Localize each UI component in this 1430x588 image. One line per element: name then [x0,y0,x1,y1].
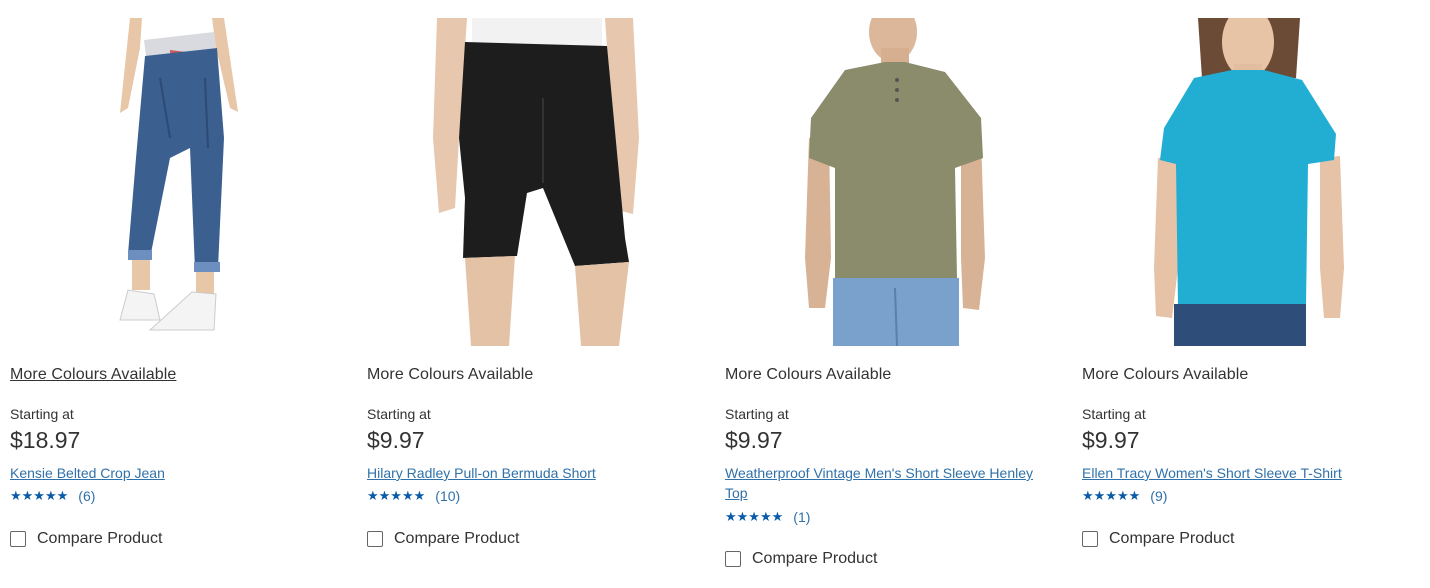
compare-product[interactable]: Compare Product [1082,530,1234,548]
product-title-link[interactable]: Kensie Belted Crop Jean [10,463,330,483]
product-tile: More Colours Available Starting at $9.97… [725,0,1065,588]
price: $18.97 [10,427,81,453]
compare-checkbox[interactable] [1082,531,1098,547]
review-count[interactable]: (10) [435,488,460,504]
product-title-link[interactable]: Hilary Radley Pull-on Bermuda Short [367,463,687,483]
product-tile: More Colours Available Starting at $18.9… [10,0,350,588]
product-title-link[interactable]: Ellen Tracy Women's Short Sleeve T-Shirt [1082,463,1402,483]
product-image[interactable] [1082,18,1422,346]
compare-label[interactable]: Compare Product [752,550,877,568]
star-rating-icon: ★★★★★ [367,488,426,503]
compare-label[interactable]: Compare Product [394,530,519,548]
product-title-link[interactable]: Weatherproof Vintage Men's Short Sleeve … [725,463,1045,503]
rating[interactable]: ★★★★★ (6) [10,488,95,504]
product-image[interactable] [725,18,1065,346]
more-colours-link[interactable]: More Colours Available [367,366,533,384]
compare-label[interactable]: Compare Product [1109,530,1234,548]
starting-at-label: Starting at [10,406,74,422]
compare-checkbox[interactable] [367,531,383,547]
compare-label[interactable]: Compare Product [37,530,162,548]
starting-at-label: Starting at [1082,406,1146,422]
star-rating-icon: ★★★★★ [1082,488,1141,503]
review-count[interactable]: (1) [793,509,810,525]
starting-at-label: Starting at [367,406,431,422]
more-colours-link[interactable]: More Colours Available [10,366,176,384]
compare-checkbox[interactable] [10,531,26,547]
more-colours-link[interactable]: More Colours Available [725,366,891,384]
compare-product[interactable]: Compare Product [725,550,877,568]
product-image[interactable] [10,18,350,346]
product-image[interactable] [367,18,707,346]
product-grid: More Colours Available Starting at $18.9… [0,0,1430,588]
review-count[interactable]: (6) [78,488,95,504]
price: $9.97 [1082,427,1140,453]
compare-product[interactable]: Compare Product [367,530,519,548]
rating[interactable]: ★★★★★ (1) [725,509,810,525]
rating[interactable]: ★★★★★ (10) [367,488,460,504]
product-tile: More Colours Available Starting at $9.97… [367,0,707,588]
price: $9.97 [367,427,425,453]
compare-checkbox[interactable] [725,551,741,567]
more-colours-link[interactable]: More Colours Available [1082,366,1248,384]
review-count[interactable]: (9) [1150,488,1167,504]
product-tile: More Colours Available Starting at $9.97… [1082,0,1422,588]
star-rating-icon: ★★★★★ [10,488,69,503]
starting-at-label: Starting at [725,406,789,422]
star-rating-icon: ★★★★★ [725,509,784,524]
price: $9.97 [725,427,783,453]
rating[interactable]: ★★★★★ (9) [1082,488,1167,504]
compare-product[interactable]: Compare Product [10,530,162,548]
